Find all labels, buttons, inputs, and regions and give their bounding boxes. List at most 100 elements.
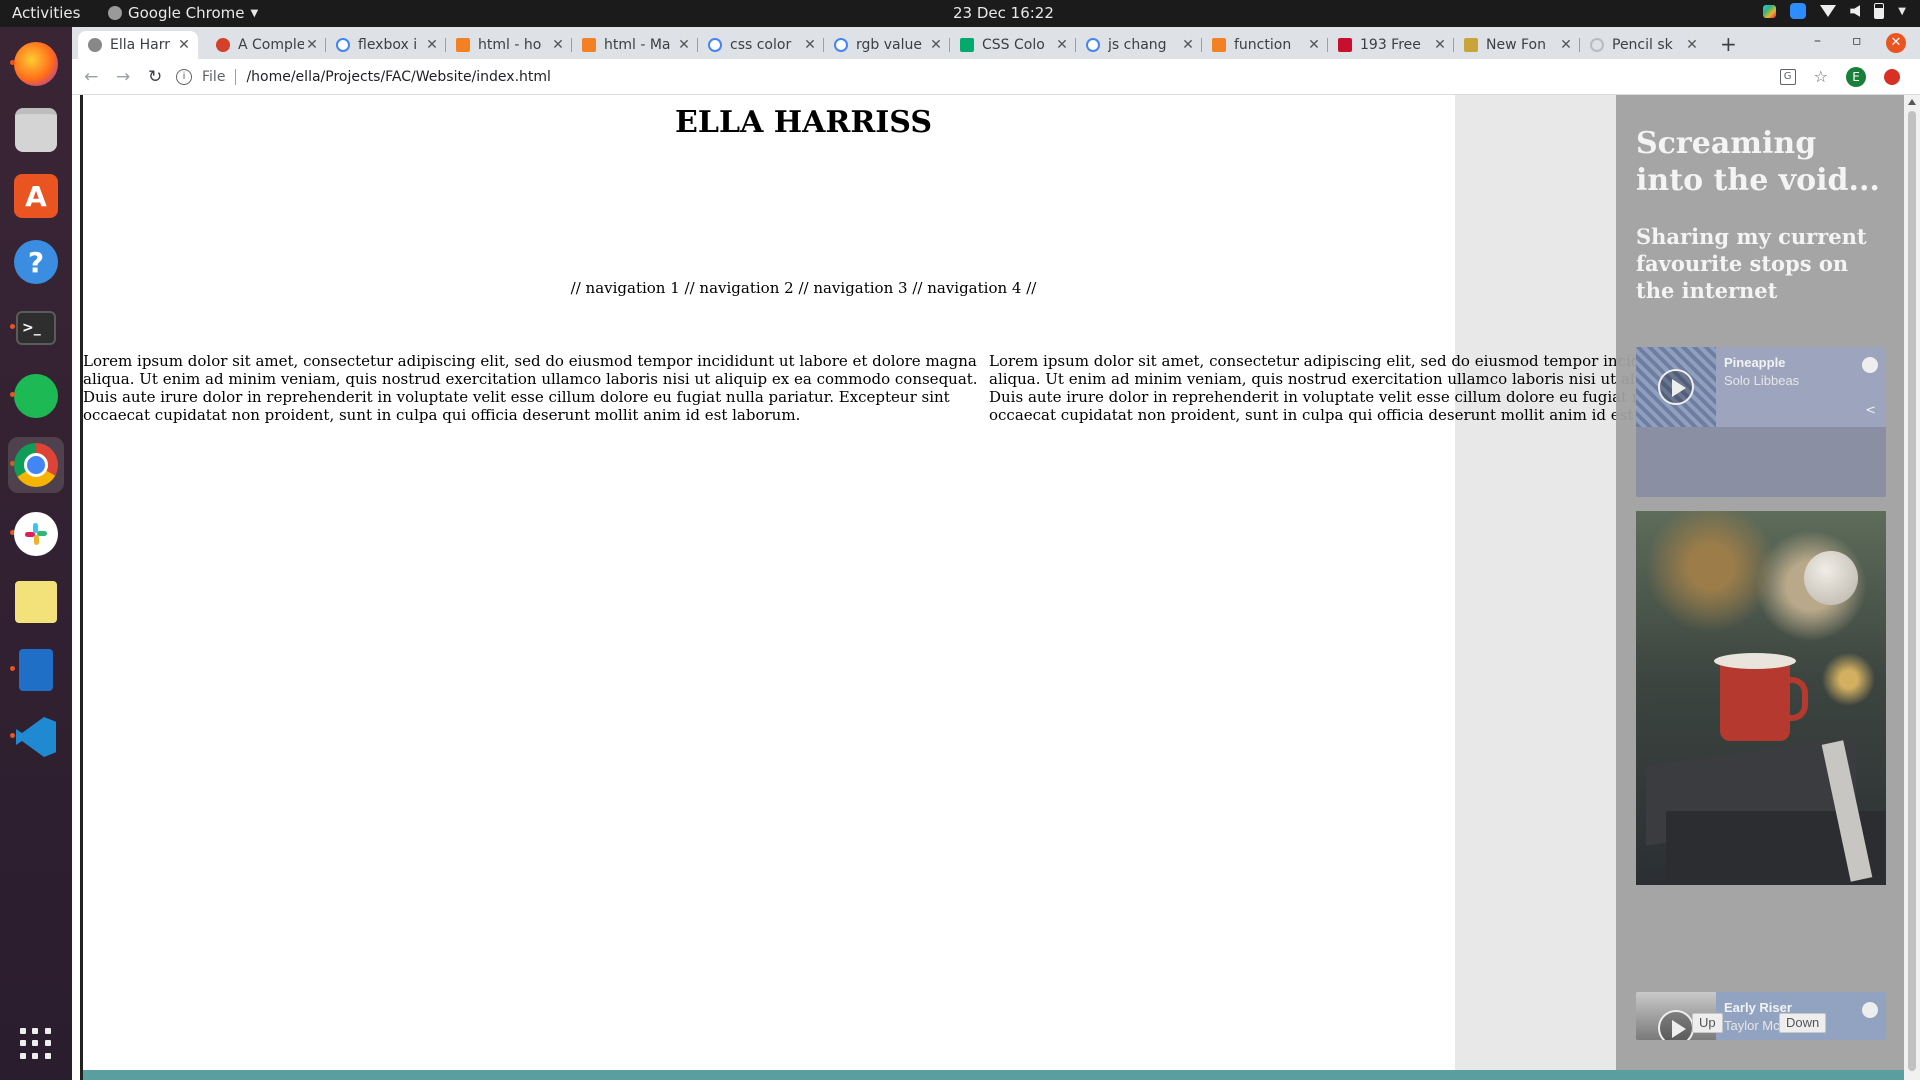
google-icon (336, 38, 350, 52)
tab-new-fonts[interactable]: New Fon ✕ (1454, 31, 1580, 59)
spotify-logo-icon[interactable] (1862, 357, 1878, 373)
gray-column (1455, 95, 1616, 1080)
dock-terminal[interactable]: >_ (8, 300, 64, 356)
app-name: Google Chrome (128, 4, 245, 22)
tab-function[interactable]: function ✕ (1202, 31, 1328, 59)
close-tab-icon[interactable]: ✕ (550, 37, 566, 53)
google-icon (708, 38, 722, 52)
dock-spotify[interactable] (8, 368, 64, 424)
close-tab-icon[interactable]: ✕ (1054, 37, 1070, 53)
css-tricks-icon (216, 38, 230, 52)
page-scrollbar[interactable] (1904, 95, 1920, 1080)
dock-notes[interactable] (8, 574, 64, 630)
dock-software[interactable]: A (8, 168, 64, 224)
tab-html-ma[interactable]: html - Ma ✕ (572, 31, 698, 59)
tab-html-how[interactable]: html - ho ✕ (446, 31, 572, 59)
translate-icon[interactable]: G (1779, 69, 1796, 85)
files-icon (15, 108, 57, 152)
profile-avatar[interactable]: E (1846, 67, 1866, 87)
close-window-button[interactable]: ✕ (1886, 33, 1906, 53)
dock-vscode[interactable] (8, 709, 64, 765)
maximize-button[interactable]: ▫ (1852, 33, 1862, 49)
close-tab-icon[interactable]: ✕ (304, 37, 320, 53)
extension-icon[interactable] (1884, 69, 1900, 85)
slack-logo (25, 523, 47, 545)
tab-label: css color (730, 37, 792, 53)
new-tab-button[interactable]: + (1720, 32, 1737, 56)
tab-rgb-value[interactable]: rgb value ✕ (824, 31, 950, 59)
slack-tray-icon[interactable] (1763, 4, 1777, 18)
stackoverflow-icon (456, 38, 470, 52)
close-tab-icon[interactable]: ✕ (676, 37, 692, 53)
activities-button[interactable]: Activities (12, 4, 80, 22)
bookmark-star-icon[interactable]: ☆ (1814, 69, 1828, 85)
dock: A ? >_ (0, 27, 72, 1080)
caret-down-icon: ▼ (250, 7, 259, 19)
dock-firefox[interactable] (8, 36, 64, 92)
reload-button[interactable]: ↻ (148, 67, 162, 87)
close-tab-icon[interactable]: ✕ (1558, 37, 1574, 53)
stackoverflow-icon (1212, 38, 1226, 52)
up-button[interactable]: Up (1692, 1013, 1723, 1033)
tab-css-color[interactable]: css color ✕ (698, 31, 824, 59)
minimize-button[interactable]: – (1814, 33, 1821, 49)
dock-writer[interactable] (8, 642, 64, 698)
slack-icon (14, 512, 58, 556)
tab-flexbox[interactable]: flexbox i ✕ (326, 31, 446, 59)
back-button[interactable]: ← (84, 67, 98, 87)
zoom-tray-icon[interactable] (1790, 3, 1807, 19)
scroll-up-arrow-icon[interactable] (1908, 99, 1916, 105)
tab-label: html - ho (478, 37, 542, 53)
play-icon[interactable] (1658, 369, 1694, 405)
close-tab-icon[interactable]: ✕ (424, 37, 440, 53)
spotify-logo-icon[interactable] (1862, 1002, 1878, 1018)
play-icon[interactable] (1658, 1010, 1694, 1040)
close-tab-icon[interactable]: ✕ (1684, 37, 1700, 53)
dock-chrome[interactable] (8, 437, 64, 493)
w3schools-icon (960, 38, 974, 52)
info-icon[interactable]: i (176, 69, 192, 85)
navigation-links[interactable]: // navigation 1 // navigation 2 // navig… (83, 279, 1524, 297)
scroll-thumb[interactable] (1908, 111, 1916, 1071)
dock-slack[interactable] (8, 506, 64, 562)
app-menu[interactable]: Google Chrome ▼ (108, 4, 258, 22)
close-tab-icon[interactable]: ✕ (1180, 37, 1196, 53)
close-tab-icon[interactable]: ✕ (802, 37, 818, 53)
spotify-player-2[interactable]: Early Riser Taylor McFerrin (1636, 992, 1886, 1040)
dock-help[interactable]: ? (8, 234, 64, 290)
tab-pencil-sketch[interactable]: Pencil sk ✕ (1580, 31, 1706, 59)
share-icon[interactable]: < (1865, 403, 1876, 418)
close-tab-icon[interactable]: ✕ (176, 37, 192, 53)
dock-files[interactable] (8, 102, 64, 158)
volume-icon[interactable] (1850, 5, 1861, 17)
tab-label: 193 Free (1360, 37, 1421, 53)
tab-a-complete-guide[interactable]: A Comple ✕ (206, 31, 326, 59)
loading-icon (1590, 38, 1604, 52)
tab-css-colors[interactable]: CSS Colo ✕ (950, 31, 1076, 59)
address-bar[interactable]: i File /home/ella/Projects/FAC/Website/i… (176, 63, 1846, 91)
firefox-icon (14, 42, 58, 86)
spotify-player-1[interactable]: Pineapple Solo Libbeas < (1636, 347, 1886, 497)
chrome-window: Ella Harr ✕ A Comple ✕ flexbox i ✕ html … (72, 27, 1920, 1080)
wifi-icon[interactable] (1820, 5, 1837, 17)
help-icon: ? (14, 240, 58, 284)
close-tab-icon[interactable]: ✕ (1306, 37, 1322, 53)
close-tab-icon[interactable]: ✕ (1432, 37, 1448, 53)
url-text[interactable]: /home/ella/Projects/FAC/Website/index.ht… (246, 69, 550, 85)
tab-ella-harriss[interactable]: Ella Harr ✕ (78, 31, 198, 59)
caret-down-icon[interactable]: ▼ (1898, 6, 1906, 17)
system-tray[interactable]: ▼ (1763, 3, 1906, 19)
down-button[interactable]: Down (1779, 1013, 1827, 1033)
sidebar-subtitle: Sharing my current favourite stops on th… (1636, 224, 1867, 303)
battery-icon[interactable] (1874, 3, 1885, 19)
close-tab-icon[interactable]: ✕ (928, 37, 944, 53)
forward-button[interactable]: → (116, 67, 130, 87)
tab-js-change[interactable]: js chang ✕ (1076, 31, 1202, 59)
show-applications-icon[interactable] (20, 1028, 52, 1060)
writer-icon (19, 649, 53, 691)
track-artist[interactable]: Solo Libbeas (1724, 373, 1799, 388)
running-indicator (10, 733, 15, 738)
track-title[interactable]: Pineapple (1724, 355, 1785, 370)
tab-193-free[interactable]: 193 Free ✕ (1328, 31, 1454, 59)
clock[interactable]: 23 Dec 16:22 (953, 4, 1054, 22)
